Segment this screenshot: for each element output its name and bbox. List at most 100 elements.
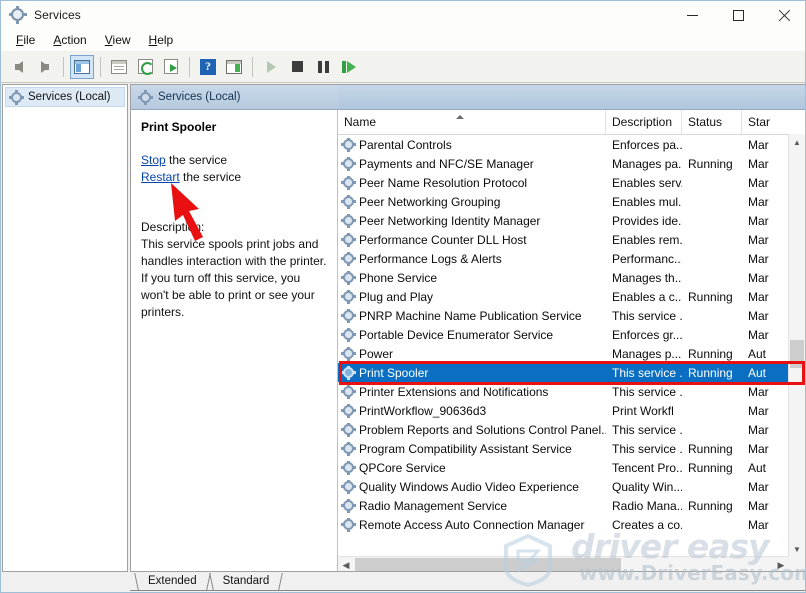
service-name-label: Plug and Play (359, 290, 433, 304)
cell-status: Running (682, 461, 742, 475)
list-rows: Parental ControlsEnforces pa...MarPaymen… (338, 135, 805, 534)
cell-startup-type: Mar (742, 328, 776, 342)
maximize-button[interactable] (715, 1, 761, 29)
arrow-left-icon (15, 61, 23, 73)
menu-action[interactable]: Action (44, 30, 95, 50)
table-row[interactable]: Portable Device Enumerator Service Enforc… (338, 325, 805, 344)
menu-view[interactable]: View (96, 30, 140, 50)
vertical-scrollbar[interactable]: ▲ ▼ (788, 134, 805, 557)
tab-standard[interactable]: Standard (209, 573, 282, 590)
tabs-underline (130, 590, 806, 591)
description-label: Description: (141, 219, 327, 236)
cell-description: Manages pa... (606, 157, 682, 171)
close-button[interactable] (761, 1, 806, 29)
service-gear-icon (342, 233, 355, 246)
table-row[interactable]: QPCore ServiceTencent Pro...RunningAut (338, 458, 805, 477)
table-row[interactable]: Remote Access Auto Connection ManagerCre… (338, 515, 805, 534)
table-row[interactable]: Peer Networking Identity ManagerProvides… (338, 211, 805, 230)
menu-help[interactable]: Help (140, 30, 183, 50)
cell-service-name: Portable Device Enumerator Service (338, 328, 606, 342)
tab-extended[interactable]: Extended (134, 573, 209, 590)
table-row[interactable]: Peer Networking GroupingEnables mul...Ma… (338, 192, 805, 211)
tree-item-services-local[interactable]: Services (Local) (5, 87, 125, 107)
refresh-button[interactable] (133, 55, 157, 79)
pause-service-button[interactable] (311, 55, 335, 79)
column-header-description-label: Description (612, 115, 672, 129)
show-action-pane-button[interactable] (222, 55, 246, 79)
vertical-scroll-thumb[interactable] (790, 340, 804, 368)
start-service-button[interactable] (259, 55, 283, 79)
help-icon: ? (200, 59, 216, 75)
back-button[interactable] (7, 55, 31, 79)
table-row[interactable]: Performance Counter DLL HostEnables rem.… (338, 230, 805, 249)
table-row[interactable]: Program Compatibility Assistant ServiceT… (338, 439, 805, 458)
stop-service-button[interactable] (285, 55, 309, 79)
properties-button[interactable] (107, 55, 131, 79)
pane-header-label: Services (Local) (158, 91, 240, 103)
service-gear-icon (342, 214, 355, 227)
table-row[interactable]: Phone ServiceManages th...Mar (338, 268, 805, 287)
cell-startup-type: Aut (742, 347, 776, 361)
table-row[interactable]: PNRP Machine Name Publication ServiceThi… (338, 306, 805, 325)
services-window: Services File Action View Help (0, 0, 806, 593)
cell-service-name: Problem Reports and Solutions Control Pa… (338, 423, 606, 437)
stop-service-row: Stop the service (141, 152, 327, 169)
export-list-icon (164, 59, 178, 74)
cell-startup-type: Aut (742, 461, 776, 475)
cell-description: Performanc... (606, 252, 682, 266)
minimize-button[interactable] (669, 1, 715, 29)
service-name-label: Peer Name Resolution Protocol (359, 176, 527, 190)
cell-description: Enables serv... (606, 176, 682, 190)
cell-description: Manages th... (606, 271, 682, 285)
cell-service-name: Payments and NFC/SE Manager (338, 157, 606, 171)
table-row[interactable]: Problem Reports and Solutions Control Pa… (338, 420, 805, 439)
column-header-startup-type[interactable]: Star (742, 110, 776, 134)
cell-status: Running (682, 157, 742, 171)
cell-description: Enforces gr... (606, 328, 682, 342)
table-row[interactable]: Performance Logs & AlertsPerformanc...Ma… (338, 249, 805, 268)
restart-service-button[interactable] (337, 55, 361, 79)
forward-button[interactable] (33, 55, 57, 79)
table-row[interactable]: Quality Windows Audio Video ExperienceQu… (338, 477, 805, 496)
restart-service-link[interactable]: Restart (141, 170, 180, 184)
cell-description: Enables mul... (606, 195, 682, 209)
scroll-up-icon[interactable]: ▲ (789, 134, 805, 150)
column-header-status[interactable]: Status (682, 110, 742, 134)
service-name-label: Portable Device Enumerator Service (359, 328, 553, 342)
table-row[interactable]: Plug and PlayEnables a c...RunningMar (338, 287, 805, 306)
service-gear-icon (342, 385, 355, 398)
table-row[interactable]: Peer Name Resolution Protocol Enables ser… (338, 173, 805, 192)
table-row[interactable]: Printer Extensions and NotificationsThis… (338, 382, 805, 401)
restart-service-row: Restart the service (141, 169, 327, 186)
export-list-button[interactable] (159, 55, 183, 79)
column-header-name[interactable]: Name (338, 110, 606, 134)
menu-file[interactable]: File (7, 30, 44, 50)
scroll-down-icon[interactable]: ▼ (789, 541, 805, 557)
column-header-description[interactable]: Description (606, 110, 682, 134)
table-row[interactable]: Payments and NFC/SE ManagerManages pa...… (338, 154, 805, 173)
cell-description: Quality Win... (606, 480, 682, 494)
table-row[interactable]: Radio Management ServiceRadio Mana...Run… (338, 496, 805, 515)
table-row[interactable]: Print SpoolerThis service ...RunningAut (338, 363, 805, 382)
help-button[interactable]: ? (196, 55, 220, 79)
cell-service-name: Performance Logs & Alerts (338, 252, 606, 266)
cell-service-name: Radio Management Service (338, 499, 606, 513)
pause-icon (318, 61, 329, 73)
cell-description: This service ... (606, 366, 682, 380)
table-row[interactable]: PrintWorkflow_90636d3Print WorkflMar (338, 401, 805, 420)
show-hide-tree-button[interactable] (70, 55, 94, 79)
arrow-right-icon (41, 61, 49, 73)
cell-startup-type: Mar (742, 214, 776, 228)
service-name-label: PrintWorkflow_90636d3 (359, 404, 486, 418)
window-controls (669, 1, 806, 29)
service-gear-icon (342, 461, 355, 474)
cell-description: Enables a c... (606, 290, 682, 304)
cell-service-name: Print Spooler (338, 366, 606, 380)
table-row[interactable]: Parental ControlsEnforces pa...Mar (338, 135, 805, 154)
console-tree-pane: Services (Local) (2, 84, 128, 572)
table-row[interactable]: PowerManages p...RunningAut (338, 344, 805, 363)
cell-description: Creates a co... (606, 518, 682, 532)
column-header-name-label: Name (344, 115, 376, 129)
toolbar-separator (100, 57, 101, 77)
stop-service-link[interactable]: Stop (141, 153, 166, 167)
